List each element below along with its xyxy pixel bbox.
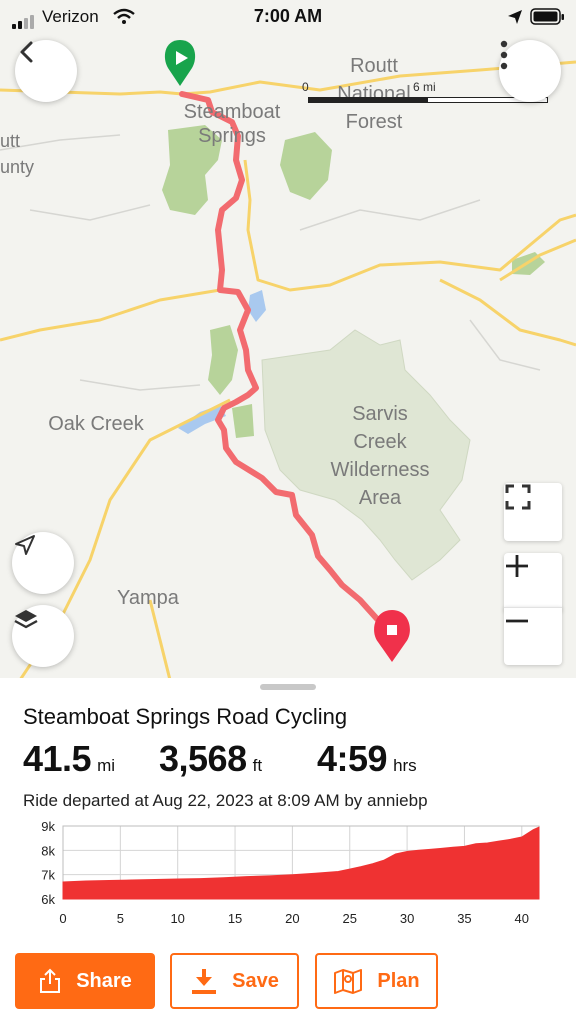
ride-title: Steamboat Springs Road Cycling	[23, 704, 348, 729]
ride-stats: 41.5 mi 3,568 ft 4:59 hrs	[23, 738, 563, 782]
elevation-area-series	[62, 826, 540, 900]
map-label-oak-creek: Oak Creek	[48, 413, 144, 435]
time-value: 4:59	[317, 738, 388, 779]
battery-icon	[530, 8, 564, 25]
elevation-value: 3,568	[159, 738, 247, 779]
map-plan-icon	[334, 969, 363, 994]
chart-x-tick-label: 35	[457, 911, 471, 926]
zoom-in-icon	[506, 555, 528, 577]
chart-x-tick-label: 15	[228, 911, 242, 926]
chart-x-tick-label: 0	[59, 911, 66, 926]
zoom-in-button[interactable]	[504, 553, 562, 611]
status-bar: Verizon 7:00 AM	[0, 0, 576, 34]
ride-details-panel: Steamboat Springs Road Cycling 41.5 mi 3,…	[0, 678, 576, 1024]
chart-y-tick-label: 8k	[41, 843, 55, 858]
distance-value: 41.5	[23, 738, 92, 779]
more-button[interactable]	[499, 40, 561, 102]
chart-y-tick-label: 9k	[41, 819, 55, 834]
chart-y-tick-label: 7k	[41, 868, 55, 883]
download-icon	[192, 969, 217, 994]
time-unit: hrs	[393, 756, 417, 775]
fullscreen-button[interactable]	[504, 483, 562, 541]
distance-unit: mi	[97, 756, 116, 775]
time-stat: 4:59 hrs	[317, 738, 417, 780]
app: Steamboat Springs Routt National Forest …	[0, 0, 576, 1024]
share-button[interactable]: Share	[15, 953, 155, 1009]
chart-x-tick-label: 10	[170, 911, 184, 926]
share-label: Share	[76, 969, 132, 992]
elevation-stat: 3,568 ft	[159, 738, 262, 780]
fullscreen-icon	[505, 484, 531, 510]
back-icon	[20, 41, 33, 63]
more-icon	[500, 40, 508, 70]
chart-x-tick-label: 40	[515, 911, 529, 926]
map-label-routt-county: utt unty	[0, 131, 35, 177]
chart-x-tick-label: 5	[117, 911, 124, 926]
locate-button[interactable]	[12, 532, 74, 594]
start-pin-icon	[164, 40, 196, 86]
end-pin-icon	[374, 610, 410, 662]
layers-button[interactable]	[12, 605, 74, 667]
map-label-yampa: Yampa	[117, 587, 179, 609]
zoom-out-button[interactable]	[504, 607, 562, 665]
back-button[interactable]	[15, 40, 77, 102]
plan-button[interactable]: Plan	[315, 953, 438, 1009]
chart-x-tick-label: 30	[400, 911, 414, 926]
map-view[interactable]: Steamboat Springs Routt National Forest …	[0, 0, 576, 680]
ride-description: Ride departed at Aug 22, 2023 at 8:09 AM…	[23, 791, 428, 810]
locate-icon	[15, 535, 35, 555]
plan-label: Plan	[377, 969, 420, 992]
distance-stat: 41.5 mi	[23, 738, 115, 780]
save-label: Save	[232, 969, 279, 992]
chart-y-tick-label: 6k	[41, 892, 55, 907]
location-arrow-icon	[508, 10, 522, 24]
layers-icon	[14, 610, 38, 629]
share-icon	[40, 968, 61, 993]
scale-start-label: 0	[302, 80, 309, 94]
map-label-steamboat: Steamboat Springs	[183, 101, 281, 147]
chart-x-tick-label: 20	[285, 911, 299, 926]
scale-bar	[308, 97, 548, 103]
drag-handle[interactable]	[260, 684, 316, 690]
chart-x-tick-label: 25	[343, 911, 357, 926]
elevation-unit: ft	[252, 756, 263, 775]
status-time: 7:00 AM	[253, 6, 323, 26]
zoom-out-icon	[506, 619, 528, 623]
scale-mid-label: 6 mi	[413, 80, 436, 94]
save-button[interactable]: Save	[170, 953, 299, 1009]
elevation-chart[interactable]: 6k 7k 8k 9k 0 5 10 15 20 25 30 35 40	[0, 818, 576, 938]
map-label-sarvis: Sarvis Creek Wilderness Area	[330, 403, 430, 509]
